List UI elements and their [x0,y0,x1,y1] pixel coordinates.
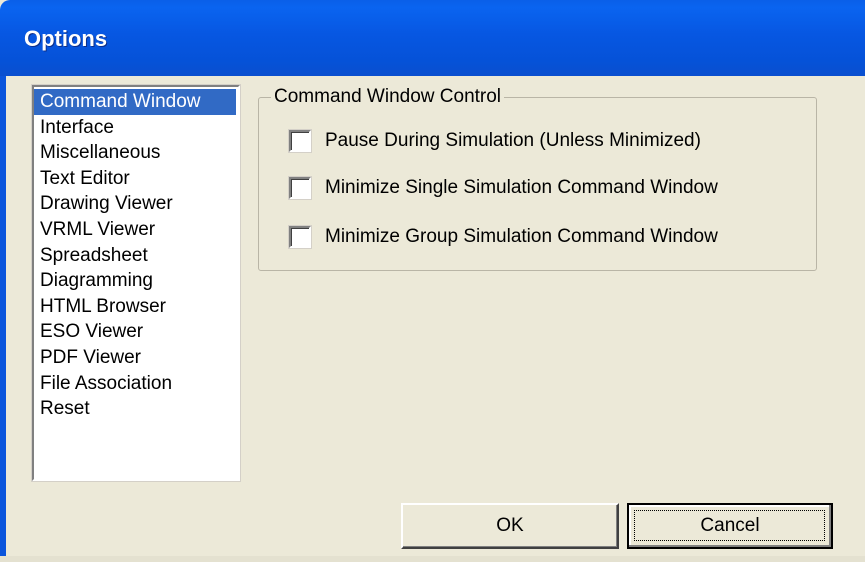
minimize-single-simulation-label[interactable]: Minimize Single Simulation Command Windo… [325,177,718,199]
group-legend: Command Window Control [271,87,505,107]
category-list[interactable]: Command Window Interface Miscellaneous T… [31,84,241,482]
minimize-single-simulation-checkbox[interactable] [289,177,311,199]
minimize-group-simulation-option[interactable]: Minimize Group Simulation Command Window [289,225,718,249]
minimize-group-simulation-checkbox[interactable] [289,226,311,248]
category-item-file-association[interactable]: File Association [34,371,238,397]
minimize-single-simulation-option[interactable]: Minimize Single Simulation Command Windo… [289,176,718,200]
pause-during-simulation-checkbox[interactable] [289,130,311,152]
category-item-eso-viewer[interactable]: ESO Viewer [34,319,238,345]
category-item-command-window[interactable]: Command Window [34,89,236,115]
window-left-border [0,76,6,562]
category-item-miscellaneous[interactable]: Miscellaneous [34,140,238,166]
pause-during-simulation-option[interactable]: Pause During Simulation (Unless Minimize… [289,129,701,153]
category-item-interface[interactable]: Interface [34,115,238,141]
window-title: Options [24,26,108,51]
minimize-group-simulation-label[interactable]: Minimize Group Simulation Command Window [325,226,718,248]
category-item-spreadsheet[interactable]: Spreadsheet [34,243,238,269]
command-window-control-group: Command Window Control Pause During Simu… [258,87,817,271]
category-item-html-browser[interactable]: HTML Browser [34,294,238,320]
category-item-vrml-viewer[interactable]: VRML Viewer [34,217,238,243]
cancel-button[interactable]: Cancel [627,503,833,549]
options-dialog: Options Command Window Interface Miscell… [0,0,865,562]
category-item-text-editor[interactable]: Text Editor [34,166,238,192]
pause-during-simulation-label[interactable]: Pause During Simulation (Unless Minimize… [325,130,701,152]
title-bar[interactable]: Options [0,0,865,76]
category-item-drawing-viewer[interactable]: Drawing Viewer [34,191,238,217]
category-item-diagramming[interactable]: Diagramming [34,268,238,294]
category-item-pdf-viewer[interactable]: PDF Viewer [34,345,238,371]
window-bottom-border [0,556,865,562]
category-item-reset[interactable]: Reset [34,396,238,422]
cancel-button-label: Cancel [700,515,760,536]
ok-button[interactable]: OK [401,503,619,549]
